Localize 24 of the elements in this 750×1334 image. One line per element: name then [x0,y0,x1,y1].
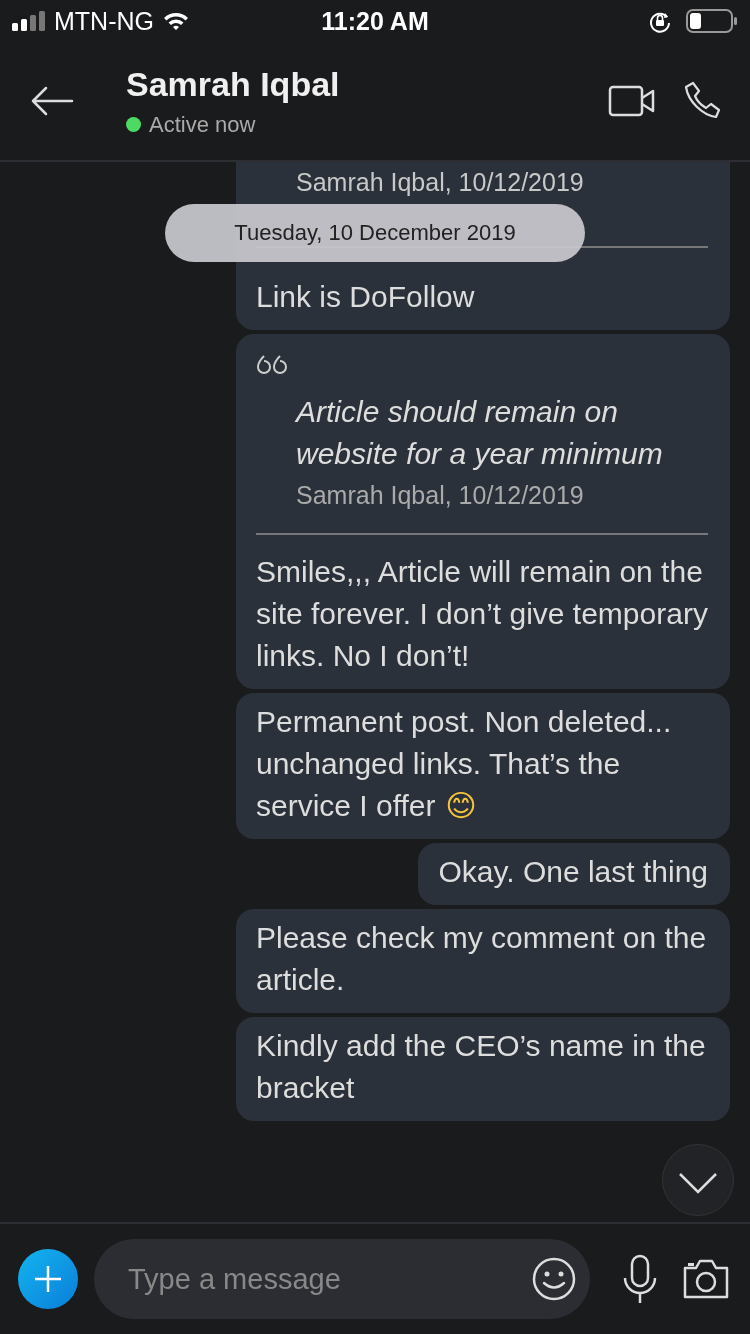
quote-author: Samrah Iqbal, 10/12/2019 [295,480,585,511]
plus-icon [33,1264,63,1294]
date-pill: Tuesday, 10 December 2019 [165,204,585,262]
battery-icon [686,9,738,33]
clock-time: 11:20 AM [321,6,429,36]
message-field[interactable]: Type a message [94,1239,590,1319]
quote-author: Samrah Iqbal, 10/12/2019 [295,167,585,198]
contact-name: Samrah Iqbal [126,64,341,104]
message-text: Smiles,,, Article will remain on the site forever. I don’t give temporary links. No I don’t! [256,554,708,674]
message-input[interactable]: Type a message [126,1261,532,1297]
message-text: Okay. One last thing [438,854,708,890]
message-text: Permanent post. Non deleted... unchanged links. That’s the service I offer 😊 [256,704,673,825]
message-text: Please check my comment on the article. [256,920,708,998]
presence-status: Active now [149,111,256,138]
emoji-icon[interactable] [532,1257,576,1301]
add-button[interactable] [18,1249,78,1309]
quoted-text: Article should remain on website for a year minimum [293,394,664,472]
message-text: Link is DoFollow [256,279,476,315]
wifi-icon [162,11,190,31]
chevron-down-icon [678,1171,718,1194]
signal-icon [12,11,46,31]
message-text: Kindly add the CEO’s name in the bracket [256,1028,707,1106]
carrier-name: MTN-NG [54,6,154,36]
quote-icon [256,352,288,376]
